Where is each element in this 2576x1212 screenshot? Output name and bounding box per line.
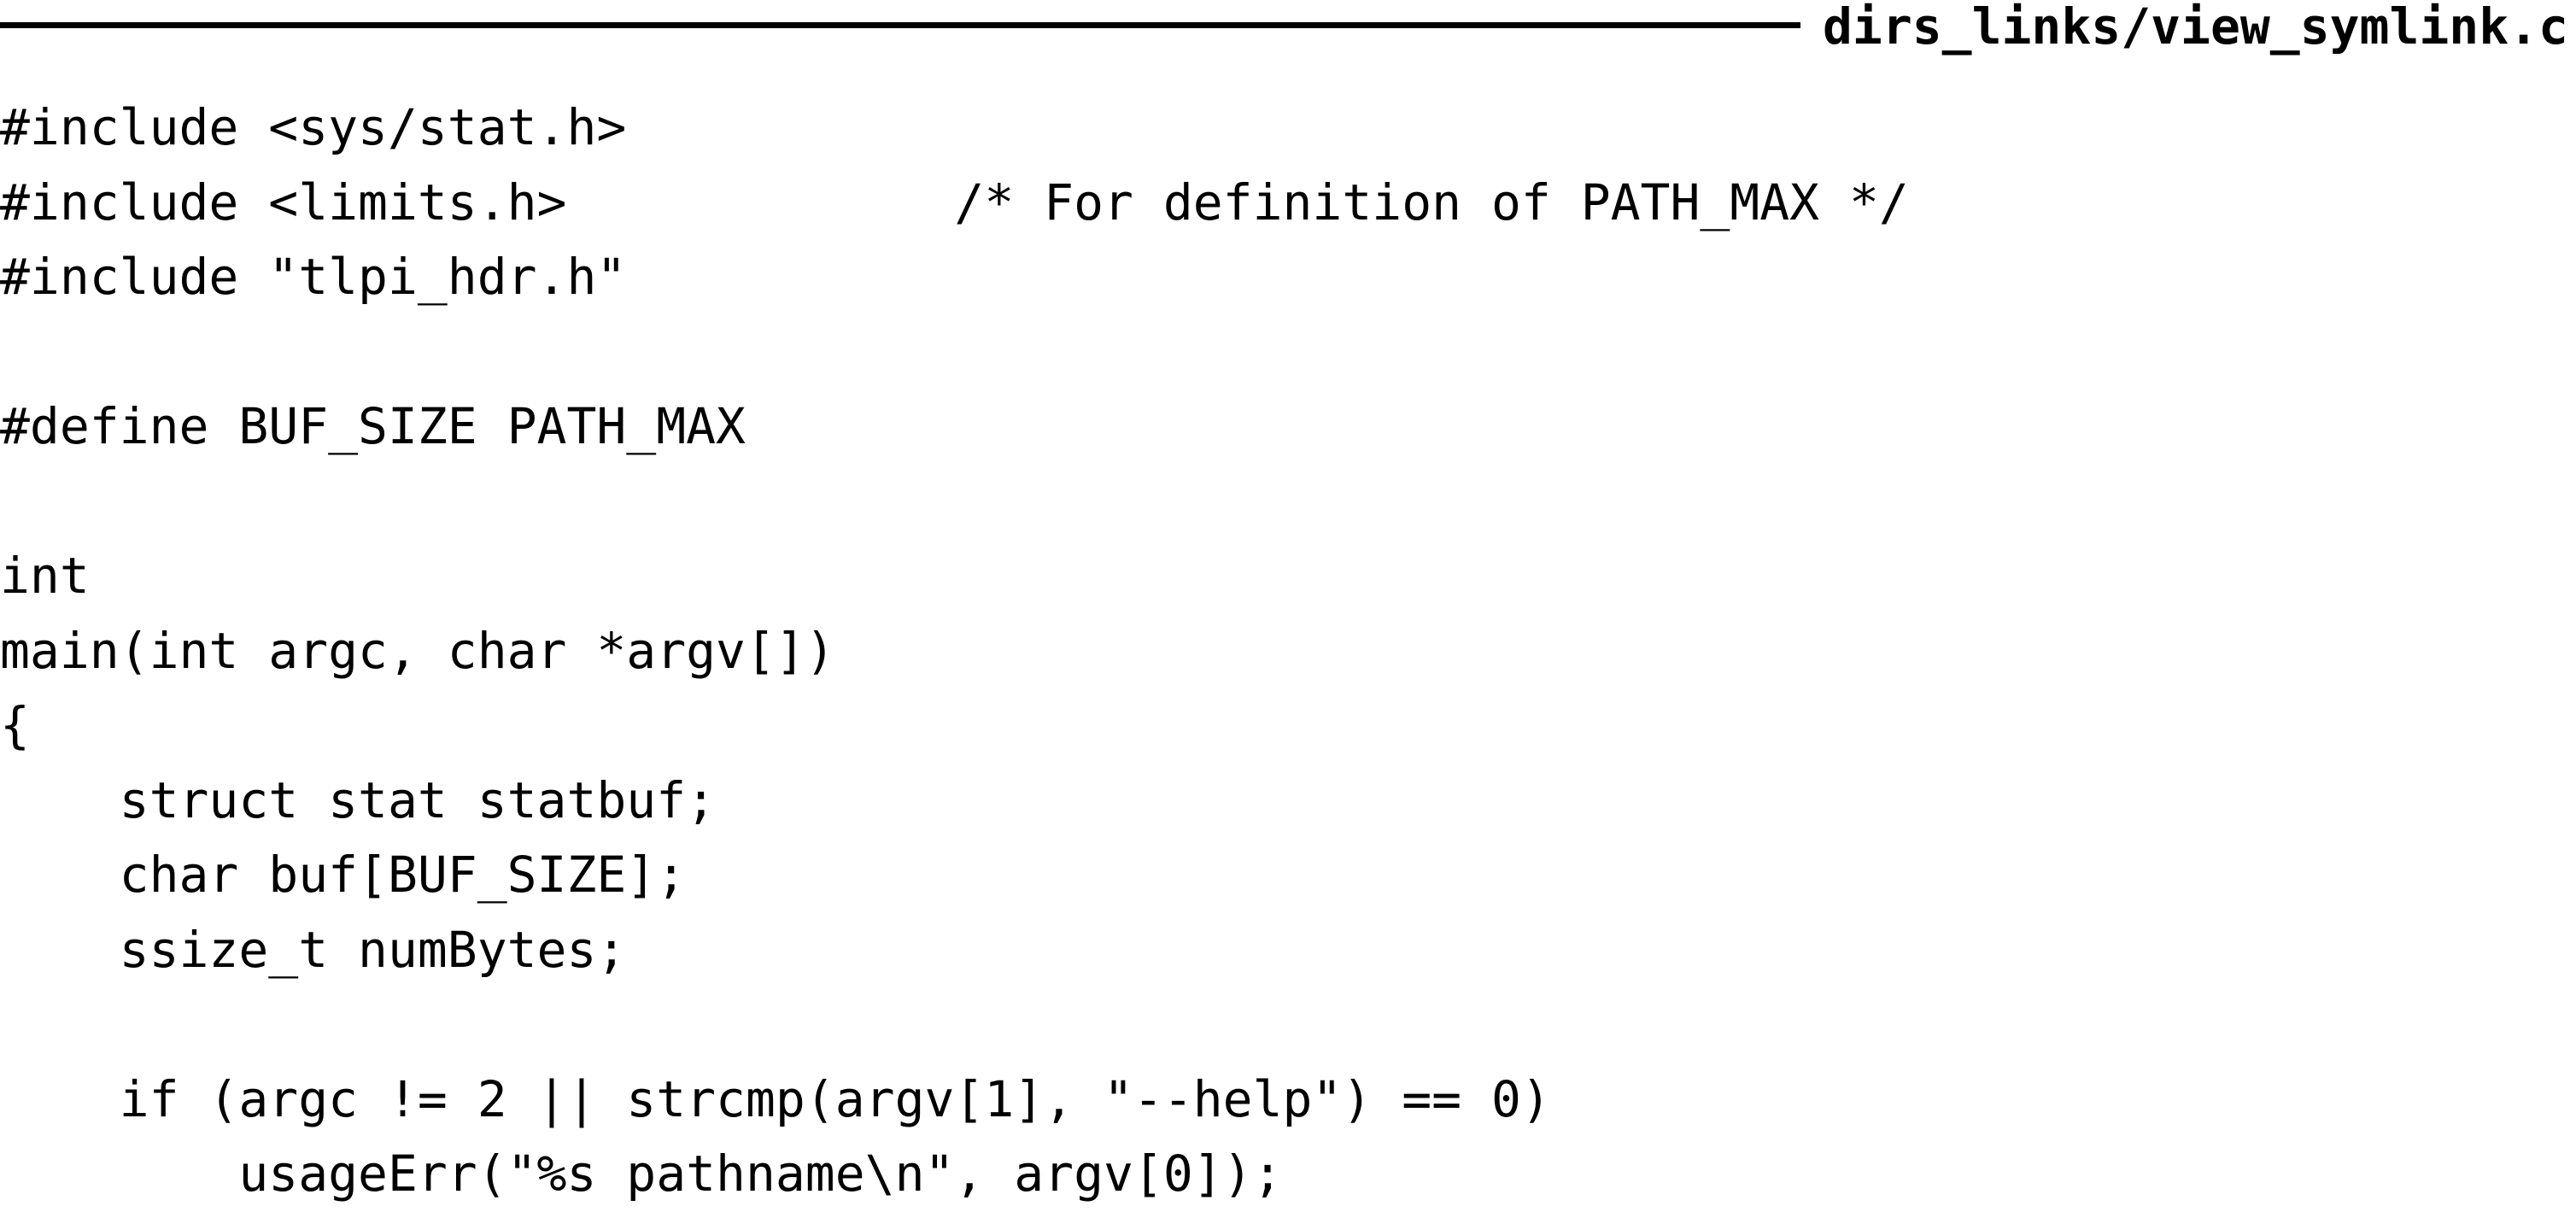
code-line-11: char buf[BUF_SIZE]; — [0, 846, 687, 904]
code-line-10: struct stat statbuf; — [0, 770, 717, 829]
code-line-9: { — [0, 696, 30, 754]
code-listing: #include <sys/stat.h> #include <limits.h>… — [0, 91, 1909, 1212]
code-line-7: int — [0, 547, 90, 605]
listing-filename: dirs_links/view_symlink.c — [1823, 0, 2568, 56]
header-rule — [0, 22, 1800, 28]
listing-header: dirs_links/view_symlink.c — [0, 0, 2576, 60]
code-line-2: #include <limits.h> /* For definition of… — [0, 173, 1909, 231]
code-line-5: #define BUF_SIZE PATH_MAX — [0, 397, 746, 455]
code-line-15: usageErr("%s pathname\n", argv[0]); — [0, 1145, 1283, 1203]
code-line-8: main(int argc, char *argv[]) — [0, 621, 835, 680]
code-line-3: #include "tlpi_hdr.h" — [0, 248, 627, 306]
code-line-14: if (argc != 2 || strcmp(argv[1], "--help… — [0, 1069, 1551, 1128]
code-line-12: ssize_t numBytes; — [0, 920, 627, 979]
code-line-1: #include <sys/stat.h> — [0, 98, 627, 156]
